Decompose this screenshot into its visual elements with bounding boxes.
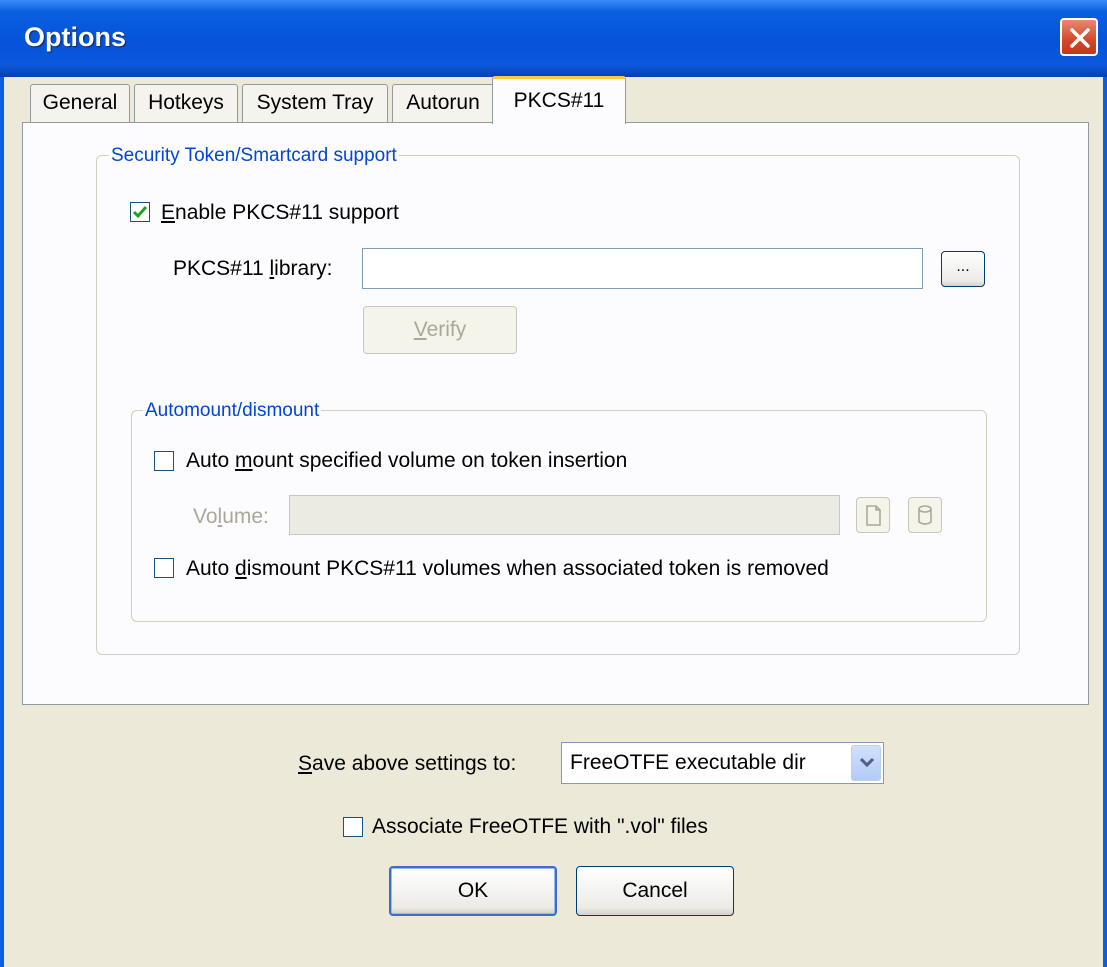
enable-pkcs11-label[interactable]: Enable PKCS#11 support [161,201,399,225]
window-frame-left [0,77,4,967]
pkcs11-library-input[interactable] [362,248,923,289]
save-settings-label: Save above settings to: [298,752,517,775]
associate-vol-checkbox[interactable] [343,817,363,837]
title-bar[interactable]: Options [0,0,1107,77]
chevron-down-icon [860,758,874,768]
verify-button[interactable]: Verify [363,306,517,354]
tab-pkcs11[interactable]: PKCS#11 [492,76,626,124]
auto-dismount-label[interactable]: Auto dismount PKCS#11 volumes when assoc… [186,557,829,581]
volume-label: Volume: [193,505,269,528]
close-icon [1070,28,1090,48]
tab-hotkeys[interactable]: Hotkeys [134,84,238,122]
browse-library-button[interactable]: ... [941,251,985,287]
pkcs11-library-label: PKCS#11 library: [173,257,333,280]
ok-button[interactable]: OK [389,866,557,916]
enable-pkcs11-checkbox[interactable] [130,202,150,222]
tab-autorun[interactable]: Autorun [392,84,494,122]
auto-dismount-checkbox[interactable] [154,558,174,578]
tab-system-tray[interactable]: System Tray [242,84,388,122]
save-location-value: FreeOTFE executable dir [570,751,806,774]
auto-mount-label[interactable]: Auto mount specified volume on token ins… [186,449,627,473]
volume-input[interactable] [289,495,840,535]
tab-panel-pkcs11: Security Token/Smartcard support Enable … [22,122,1089,705]
dropdown-arrow[interactable] [851,745,881,781]
cancel-button[interactable]: Cancel [576,866,734,916]
security-token-group-label: Security Token/Smartcard support [109,145,399,167]
window-frame-right [1103,77,1107,967]
browse-partition-button[interactable] [908,497,942,533]
browse-file-button[interactable] [856,497,890,533]
automount-group-label: Automount/dismount [143,400,322,422]
checkmark-icon [132,206,148,219]
save-location-select[interactable]: FreeOTFE executable dir [561,742,884,784]
tab-general[interactable]: General [30,84,130,122]
auto-mount-checkbox[interactable] [154,451,174,471]
disk-icon [918,505,932,525]
window-title: Options [24,22,126,52]
associate-vol-label[interactable]: Associate FreeOTFE with ".vol" files [372,815,708,839]
file-icon [866,505,881,526]
options-dialog: Options General Hotkeys System Tray Auto… [0,0,1107,967]
close-button[interactable] [1060,18,1098,56]
